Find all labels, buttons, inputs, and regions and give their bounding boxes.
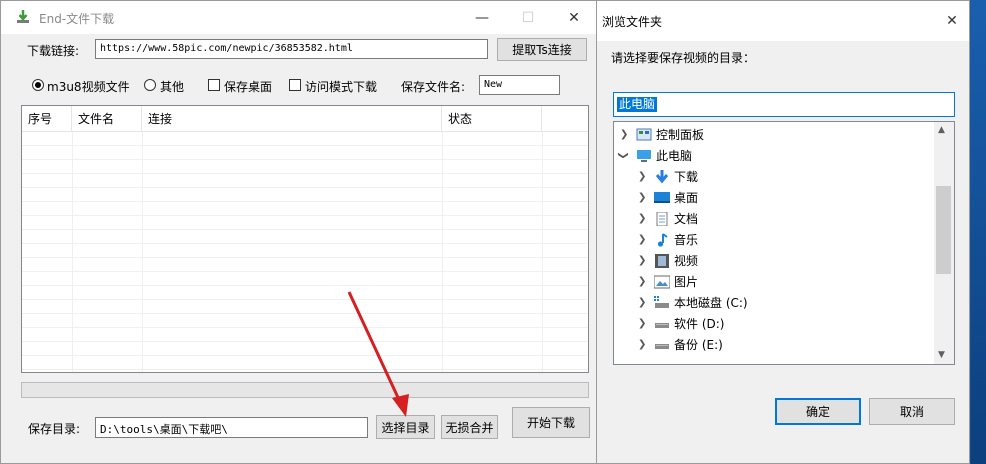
- save-desktop-checkbox[interactable]: [208, 79, 220, 91]
- tree-item-label: 音乐: [674, 233, 699, 247]
- chevron-right-icon[interactable]: ❯: [620, 129, 628, 140]
- tree-item-label: 下载: [674, 170, 699, 184]
- scroll-down-icon[interactable]: ▼: [938, 350, 945, 360]
- close-button[interactable]: ✕: [551, 1, 597, 34]
- chevron-right-icon[interactable]: ❯: [638, 339, 646, 350]
- tree-item-label: 控制面板: [656, 128, 705, 142]
- tree-item-this-pc[interactable]: ❯ 此电脑: [614, 145, 934, 166]
- save-dir-input[interactable]: D:\tools\桌面\下载吧\: [95, 417, 368, 438]
- grid-line: [72, 132, 73, 372]
- list-header: 序号 文件名 连接 状态: [22, 106, 588, 132]
- tree-item-documents[interactable]: ❯ 文档: [614, 208, 934, 229]
- tree-item-music[interactable]: ❯ 音乐: [614, 229, 934, 250]
- chevron-right-icon[interactable]: ❯: [638, 276, 646, 287]
- main-window: End-文件下载 — ☐ ✕ 下载链接: https://www.58pic.c…: [0, 0, 597, 464]
- minimize-button[interactable]: —: [459, 1, 505, 34]
- url-input[interactable]: https://www.58pic.com/newpic/36853582.ht…: [95, 39, 488, 59]
- browse-folder-dialog: 浏览文件夹 ✕ 请选择要保存视频的目录： 此电脑 ❯ 控制面板 ❯ 此电脑 ❯ …: [596, 0, 970, 464]
- column-filename[interactable]: 文件名: [72, 106, 142, 132]
- cancel-button[interactable]: 取消: [869, 398, 955, 425]
- control-panel-icon: [636, 128, 652, 140]
- url-label: 下载链接:: [27, 44, 80, 58]
- other-radio-label: 其他: [160, 80, 185, 94]
- tree-item-label: 图片: [674, 275, 699, 289]
- m3u8-radio[interactable]: [32, 79, 44, 91]
- filename-input[interactable]: New: [479, 75, 560, 95]
- lossless-merge-button[interactable]: 无损合并: [441, 415, 498, 439]
- app-download-icon: [17, 10, 29, 23]
- access-mode-label: 访问模式下载: [305, 80, 378, 94]
- tree-item-label: 文档: [674, 212, 699, 226]
- extract-ts-button[interactable]: 提取Ts连接: [497, 38, 587, 61]
- tree-item-downloads[interactable]: ❯ 下载: [614, 166, 934, 187]
- tree-item-label: 此电脑: [656, 149, 693, 163]
- tree-item-drive-d[interactable]: ❯ 软件 (D:): [614, 313, 934, 334]
- select-dir-button[interactable]: 选择目录: [376, 415, 435, 439]
- tree-item-label: 本地磁盘 (C:): [674, 296, 748, 310]
- dialog-prompt: 请选择要保存视频的目录：: [611, 51, 756, 65]
- dialog-title-bar[interactable]: 浏览文件夹 ✕: [597, 1, 969, 41]
- download-progress-bar: [21, 382, 589, 398]
- tree-item-label: 软件 (D:): [674, 317, 725, 331]
- tree-item-drive-c[interactable]: ❯ 本地磁盘 (C:): [614, 292, 934, 313]
- chevron-right-icon[interactable]: ❯: [638, 297, 646, 308]
- drive-icon: [655, 343, 669, 349]
- download-list[interactable]: 序号 文件名 连接 状态: [21, 105, 589, 373]
- maximize-button[interactable]: ☐: [505, 1, 551, 34]
- column-link[interactable]: 连接: [142, 106, 442, 132]
- selected-folder-text: 此电脑: [617, 97, 658, 112]
- list-grid: [22, 132, 588, 372]
- chevron-right-icon[interactable]: ❯: [638, 213, 646, 224]
- folder-tree[interactable]: ❯ 控制面板 ❯ 此电脑 ❯ 下载 ❯ 桌面 ❯ 文档 ❯ 音乐 ❯ 视频 ❯ …: [613, 121, 955, 365]
- download-arrow-icon: [655, 169, 669, 183]
- save-desktop-label: 保存桌面: [224, 80, 273, 94]
- title-bar[interactable]: End-文件下载 — ☐ ✕: [1, 1, 596, 34]
- grid-line: [442, 132, 443, 372]
- picture-icon: [654, 275, 670, 288]
- column-status[interactable]: 状态: [442, 106, 542, 132]
- tree-item-label: 桌面: [674, 191, 699, 205]
- dialog-title: 浏览文件夹: [602, 15, 663, 29]
- filename-label: 保存文件名:: [401, 80, 466, 94]
- tree-item-desktop[interactable]: ❯ 桌面: [614, 187, 934, 208]
- selected-folder-input[interactable]: 此电脑: [613, 92, 955, 117]
- grid-line: [542, 132, 543, 372]
- drive-icon: [655, 322, 669, 328]
- chevron-down-icon[interactable]: ❯: [618, 151, 629, 159]
- tree-scrollbar-thumb[interactable]: [936, 186, 951, 274]
- tree-item-drive-e[interactable]: ❯ 备份 (E:): [614, 334, 934, 355]
- chevron-right-icon[interactable]: ❯: [638, 255, 646, 266]
- tree-item-label: 视频: [674, 254, 699, 268]
- chevron-right-icon[interactable]: ❯: [638, 171, 646, 182]
- m3u8-radio-label: m3u8视频文件: [47, 80, 130, 94]
- computer-icon: [637, 149, 651, 162]
- music-icon: [657, 232, 668, 247]
- save-dir-label: 保存目录:: [28, 422, 81, 436]
- column-index[interactable]: 序号: [22, 106, 72, 132]
- desktop-background: [971, 0, 986, 464]
- video-icon: [655, 253, 669, 268]
- window-title: End-文件下载: [39, 12, 115, 26]
- chevron-right-icon[interactable]: ❯: [638, 192, 646, 203]
- tree-item-pictures[interactable]: ❯ 图片: [614, 271, 934, 292]
- chevron-right-icon[interactable]: ❯: [638, 234, 646, 245]
- tree-item-label: 备份 (E:): [674, 338, 723, 352]
- access-mode-checkbox[interactable]: [289, 79, 301, 91]
- scroll-up-icon[interactable]: ▲: [938, 125, 945, 135]
- document-icon: [656, 211, 668, 226]
- tree-item-control-panel[interactable]: ❯ 控制面板: [614, 124, 934, 145]
- dialog-close-button[interactable]: ✕: [935, 4, 969, 38]
- chevron-right-icon[interactable]: ❯: [638, 318, 646, 329]
- desktop-icon: [654, 191, 670, 203]
- ok-button[interactable]: 确定: [775, 398, 861, 425]
- system-drive-icon: [654, 295, 669, 308]
- start-download-button[interactable]: 开始下载: [512, 407, 590, 438]
- grid-line: [142, 132, 143, 372]
- other-radio[interactable]: [144, 79, 156, 91]
- tree-item-videos[interactable]: ❯ 视频: [614, 250, 934, 271]
